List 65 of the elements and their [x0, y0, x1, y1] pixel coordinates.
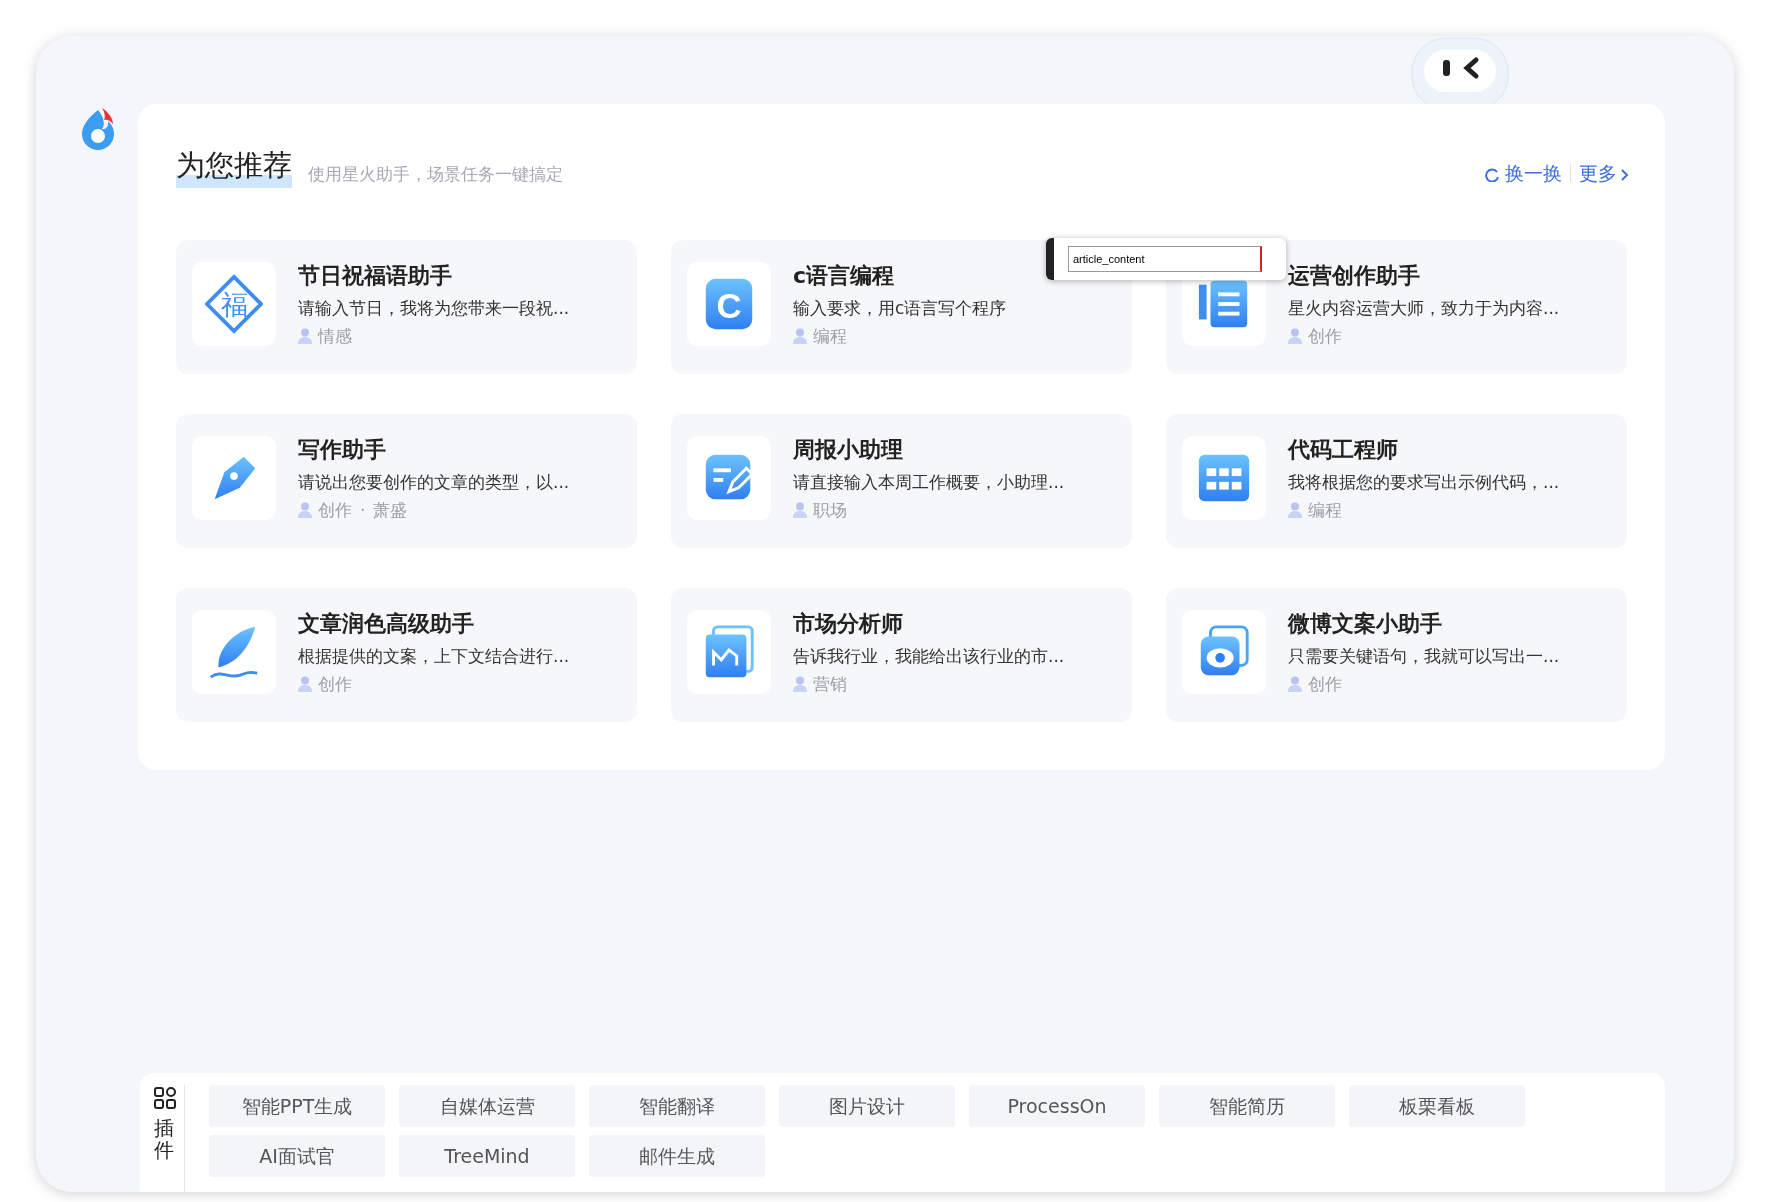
card-description: 根据提供的文案，上下文结合进行...	[298, 644, 570, 668]
tag-label: 情感	[318, 324, 352, 348]
plugin-chip[interactable]: 邮件生成	[589, 1135, 765, 1177]
plugin-chip[interactable]: 智能简历	[1159, 1085, 1335, 1127]
card-title: 写作助手	[298, 435, 387, 464]
card-description: 告诉我行业，我能给出该行业的市...	[793, 644, 1065, 668]
card-description: 只需要关键语句，我就可以写出一...	[1288, 644, 1560, 668]
assistant-card[interactable]: 文章润色高级助手 根据提供的文案，上下文结合进行... 创作	[176, 587, 637, 722]
user-icon	[1288, 675, 1302, 692]
plugin-chip[interactable]: 图片设计	[779, 1085, 955, 1127]
user-icon	[793, 675, 807, 692]
card-description: 我将根据您的要求写出示例代码，...	[1288, 470, 1560, 494]
card-title: 文章润色高级助手	[298, 609, 475, 638]
plugin-chip[interactable]: 智能翻译	[589, 1085, 765, 1127]
assistant-card[interactable]: 代码工程师 我将根据您的要求写出示例代码，... 编程	[1166, 413, 1627, 548]
assistant-card[interactable]: 微博文案小助手 只需要关键语句，我就可以写出一... 创作	[1166, 587, 1627, 722]
tag-label: 创作	[318, 672, 352, 696]
tag-label: 编程	[813, 324, 847, 348]
card-description: 请输入节日，我将为您带来一段祝...	[298, 296, 570, 320]
tag-label: 营销	[813, 672, 847, 696]
plugin-chip[interactable]: 自媒体运营	[399, 1085, 575, 1127]
assistant-card[interactable]: 周报小助理 请直接输入本周工作概要，小助理... 职场	[671, 413, 1132, 548]
grid-icon	[154, 1086, 176, 1109]
card-description: 星火内容运营大师，致力于为内容...	[1288, 296, 1560, 320]
assistant-card[interactable]: 运营创作助手 星火内容运营大师，致力于为内容... 创作	[1166, 239, 1627, 374]
tag-label: 萧盛	[373, 498, 408, 522]
assistant-card[interactable]: 福 节日祝福语助手 请输入节日，我将为您带来一段祝... 情感	[176, 239, 637, 374]
plugin-chip[interactable]: ProcessOn	[969, 1085, 1145, 1127]
section-subtitle: 使用星火助手，场景任务一键搞定	[308, 163, 563, 186]
card-title: 运营创作助手	[1288, 261, 1421, 290]
user-icon	[1288, 501, 1302, 518]
tag-label: ·	[360, 498, 366, 522]
more-link[interactable]: 更多	[1579, 159, 1629, 188]
card-title: 周报小助理	[793, 435, 904, 464]
card-description: 请说出您要创作的文章的类型，以...	[298, 470, 570, 494]
refresh-link[interactable]: 换一换	[1485, 159, 1562, 188]
text-input-field[interactable]: article_content	[1046, 238, 1286, 280]
user-icon	[793, 327, 807, 344]
plugin-chip[interactable]: 板栗看板	[1349, 1085, 1525, 1127]
assistant-card[interactable]: 市场分析师 告诉我行业，我能给出该行业的市... 营销	[671, 587, 1132, 722]
tag-label: 创作	[1308, 324, 1342, 348]
tag-label: 编程	[1308, 498, 1342, 522]
chevron-right-icon	[1621, 168, 1629, 181]
plugin-chip[interactable]: TreeMind	[399, 1135, 575, 1177]
assistant-card[interactable]: 写作助手 请说出您要创作的文章的类型，以... 创作 · 萧盛	[176, 413, 637, 548]
user-icon	[793, 501, 807, 518]
card-title: 微博文案小助手	[1288, 609, 1443, 638]
plugin-label: 插件	[154, 1117, 174, 1161]
tag-label: 创作	[1308, 672, 1342, 696]
card-title: 市场分析师	[793, 609, 904, 638]
user-icon	[298, 501, 312, 518]
card-title: c语言编程	[793, 261, 896, 290]
tag-label: 创作	[318, 498, 352, 522]
tag-label: 职场	[813, 498, 847, 522]
card-title: 节日祝福语助手	[298, 261, 453, 290]
plugin-chip[interactable]: 智能PPT生成	[209, 1085, 385, 1127]
card-description: 请直接输入本周工作概要，小助理...	[793, 470, 1065, 494]
card-description: 输入要求，用c语言写个程序	[793, 296, 1007, 320]
card-title: 代码工程师	[1288, 435, 1399, 464]
refresh-icon	[1485, 167, 1499, 182]
user-icon	[1288, 327, 1302, 344]
user-icon	[298, 327, 312, 344]
diamond-character-icon: 福	[205, 273, 263, 334]
user-icon	[298, 675, 312, 692]
plugin-chip[interactable]: AI面试官	[209, 1135, 385, 1177]
